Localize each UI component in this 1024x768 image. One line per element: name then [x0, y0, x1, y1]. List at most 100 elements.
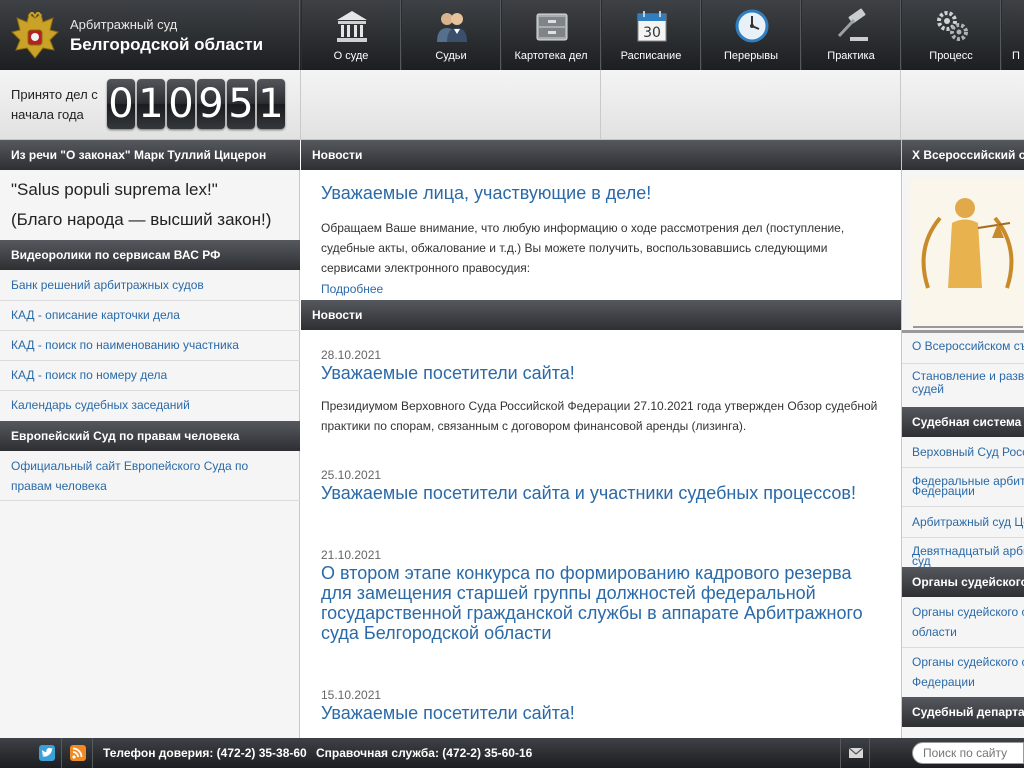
divider	[600, 70, 601, 140]
echr-panel-header: Европейский Суд по правам человека	[0, 421, 300, 451]
coat-of-arms-icon	[11, 12, 59, 59]
nav-item-about[interactable]: О суде	[301, 0, 401, 70]
rss-icon	[70, 745, 86, 761]
divider	[300, 70, 301, 140]
brand-subtitle: Арбитражный суд	[70, 17, 178, 32]
news-panel-header: Новости	[301, 140, 901, 170]
divider	[900, 70, 901, 140]
nav-item-breaks[interactable]: Перерывы	[701, 0, 801, 70]
divider	[902, 647, 1024, 648]
counter-digit: 9	[197, 79, 225, 129]
nav-item-schedule[interactable]: 30 Расписание	[601, 0, 701, 70]
nav-item-process[interactable]: Процесс	[901, 0, 1001, 70]
link-judicial-bodies-region-cont[interactable]: области	[912, 622, 957, 642]
rss-button[interactable]	[63, 738, 93, 768]
featured-news-body: Обращаем Ваше внимание, что любую информ…	[321, 221, 845, 275]
divider	[0, 330, 300, 331]
counter-digit: 0	[167, 79, 195, 129]
right-sidebar: X Всероссийский с О Всероссийском съ Ста…	[901, 140, 1024, 738]
divider	[902, 506, 1024, 507]
video-link-kad-number[interactable]: КАД - поиск по номеру дела	[11, 365, 167, 385]
news-date: 28.10.2021	[321, 348, 382, 362]
read-more-link[interactable]: Подробнее	[321, 282, 383, 296]
calendar-icon: 30	[637, 11, 667, 42]
link-judicial-bodies-federal[interactable]: Органы судейского с	[912, 652, 1024, 672]
counter-digit: 1	[257, 79, 285, 129]
divider	[0, 390, 300, 391]
nav-item-practice[interactable]: Практика	[801, 0, 901, 70]
mail-icon	[848, 747, 864, 758]
echr-official-link[interactable]: Официальный сайт Европейского Суда по пр…	[11, 456, 281, 496]
link-central-arbitration[interactable]: Арбитражный суд Це	[912, 512, 1024, 532]
twitter-button[interactable]	[32, 738, 62, 768]
site-brand[interactable]: Арбитражный суд Белгородской области	[0, 0, 300, 70]
info-phone: Справочная служба: (472-2) 35-60-16	[316, 746, 533, 760]
judges-icon	[437, 13, 467, 42]
cases-counter: 0 1 0 9 5 1	[107, 79, 285, 129]
video-link-calendar[interactable]: Календарь судебных заседаний	[11, 395, 190, 415]
site-search-input[interactable]	[923, 745, 1023, 761]
quote-translation: (Благо народа — высший закон!)	[11, 210, 272, 229]
main-content: Новости Уважаемые лица, участвующие в де…	[301, 140, 901, 738]
news-title[interactable]: О втором этапе конкурса по формированию …	[321, 563, 881, 643]
hotline-phone: Телефон доверия: (472-2) 35-38-60	[103, 746, 307, 760]
divider	[902, 363, 1024, 364]
counter-digit: 0	[107, 79, 135, 129]
congress-link-history[interactable]: Становление и разв	[912, 370, 1024, 382]
divider	[0, 360, 300, 361]
link-judicial-bodies-federal-cont[interactable]: Федерации	[912, 672, 975, 692]
judicial-bodies-header: Органы судейского	[902, 567, 1024, 597]
divider	[902, 537, 1024, 538]
counter-digit: 1	[137, 79, 165, 129]
news-title[interactable]: Уважаемые посетители сайта и участники с…	[321, 483, 856, 503]
divider	[0, 300, 300, 301]
video-link-decisions-bank[interactable]: Банк решений арбитражных судов	[11, 275, 204, 295]
judicial-department-header: Судебный департа	[902, 697, 1024, 727]
brand-title: Белгородской области	[70, 35, 264, 54]
left-sidebar: Из речи "О законах" Марк Туллий Цицерон …	[0, 140, 300, 738]
nav-item-judges[interactable]: Судьи	[401, 0, 501, 70]
divider	[0, 500, 300, 501]
congress-link-about[interactable]: О Всероссийском съ	[912, 336, 1024, 356]
news-body: Президиумом Верховного Суда Российской Ф…	[321, 399, 878, 433]
courthouse-icon	[337, 11, 367, 42]
twitter-icon	[39, 745, 55, 761]
congress-panel-header: X Всероссийский с	[902, 140, 1024, 170]
video-link-kad-participant[interactable]: КАД - поиск по наименованию участника	[11, 335, 239, 355]
nav-item-more[interactable]: П	[1001, 0, 1024, 70]
divider	[902, 467, 1024, 468]
news-title[interactable]: Уважаемые посетители сайта!	[321, 363, 575, 383]
site-footer: Телефон доверия: (472-2) 35-38-60 Справо…	[0, 738, 1024, 768]
quote-panel-header: Из речи "О законах" Марк Туллий Цицерон	[0, 140, 300, 170]
news-title[interactable]: Уважаемые посетители сайта!	[321, 703, 575, 723]
svg-text:30: 30	[643, 25, 661, 41]
gavel-icon	[837, 8, 868, 41]
congress-link-history-cont[interactable]: судей	[912, 383, 944, 395]
file-cabinet-icon	[536, 13, 568, 41]
counter-bar: Принято дел с начала года 0 1 0 9 5 1	[0, 70, 1024, 140]
link-19th-arbitration-cont[interactable]: суд	[912, 555, 931, 567]
main-nav: О суде Судьи Картотека дел 30 Расписание…	[301, 0, 1024, 70]
site-header: Арбитражный суд Белгородской области О с…	[0, 0, 1024, 70]
link-judicial-bodies-region[interactable]: Органы судейского с	[912, 602, 1024, 622]
video-link-kad-card[interactable]: КАД - описание карточки дела	[11, 305, 180, 325]
link-federal-arbitration-cont[interactable]: Федерации	[912, 485, 975, 497]
clock-icon	[735, 9, 769, 43]
nav-item-case-files[interactable]: Картотека дел	[501, 0, 601, 70]
search-box	[912, 742, 1024, 764]
video-panel-header: Видеоролики по сервисам ВАС РФ	[0, 240, 300, 270]
news-date: 25.10.2021	[321, 468, 382, 482]
news-list-header: Новости	[301, 300, 901, 330]
featured-news-title[interactable]: Уважаемые лица, участвующие в деле!	[321, 183, 651, 203]
quote-latin: "Salus populi suprema lex!"	[11, 180, 218, 199]
link-supreme-court[interactable]: Верховный Суд Росс	[912, 442, 1024, 462]
cases-counter-label: Принято дел с начала года	[11, 87, 98, 122]
email-button[interactable]	[840, 738, 870, 768]
news-date: 21.10.2021	[321, 548, 382, 562]
news-date: 15.10.2021	[321, 688, 382, 702]
counter-digit: 5	[227, 79, 255, 129]
gears-icon	[937, 11, 968, 41]
judicial-system-header: Судебная система	[902, 407, 1024, 437]
themis-statue-image[interactable]	[910, 178, 1024, 328]
divider	[902, 330, 1024, 333]
